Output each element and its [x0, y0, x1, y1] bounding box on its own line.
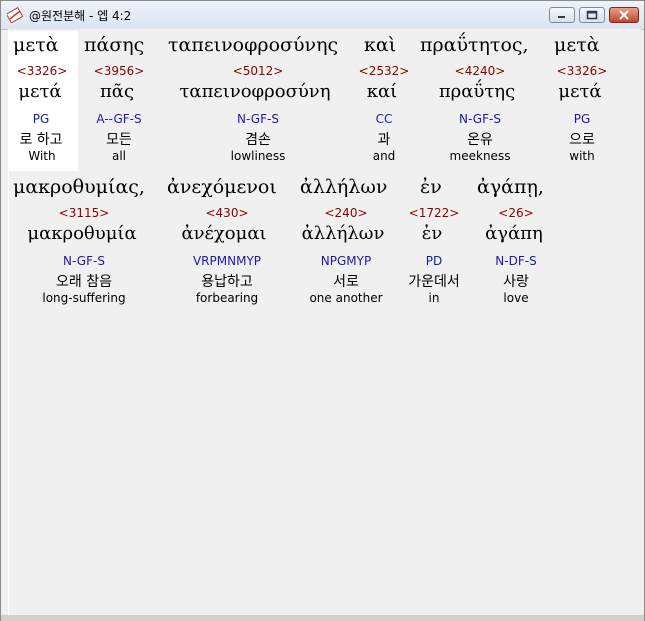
close-icon — [619, 10, 629, 20]
strong-number[interactable]: <5012> — [233, 64, 284, 78]
english-gloss: forbearing — [195, 291, 259, 305]
parsing-code[interactable]: N-GF-S — [237, 112, 279, 126]
greek-word[interactable]: μετὰ — [13, 34, 59, 56]
korean-gloss: 으로 — [569, 132, 595, 148]
lemma: μετά — [558, 81, 602, 102]
parsing-code[interactable]: PG — [574, 112, 591, 126]
strong-number[interactable]: <3956> — [94, 64, 145, 78]
korean-gloss: 온유 — [467, 132, 493, 148]
window-title: @원전분해 - 엡 4:2 — [29, 9, 132, 23]
greek-word[interactable]: μετὰ — [554, 34, 600, 56]
maximize-button[interactable] — [579, 7, 605, 23]
korean-gloss: 서로 — [333, 274, 359, 290]
greek-word[interactable]: καὶ — [364, 34, 396, 56]
parsing-code[interactable]: CC — [376, 112, 393, 126]
parsing-code[interactable]: NPGMYP — [321, 254, 371, 268]
window-bottom-border — [1, 615, 644, 621]
korean-gloss: 용납하고 — [201, 274, 253, 290]
lemma: μετά — [18, 81, 62, 102]
parsing-code[interactable]: PD — [426, 254, 442, 268]
korean-gloss: 겸손 — [245, 132, 271, 148]
english-gloss: long-suffering — [42, 291, 126, 305]
minimize-button[interactable] — [549, 7, 575, 23]
parsing-code[interactable]: VRPMNMYP — [193, 254, 261, 268]
parsing-code[interactable]: N-GF-S — [63, 254, 105, 268]
english-gloss: in — [428, 291, 440, 305]
korean-gloss: 가운데서 — [408, 274, 460, 290]
title-bar[interactable]: @원전분해 - 엡 4:2 — [1, 1, 644, 30]
korean-gloss: 모든 — [106, 132, 132, 148]
english-gloss: all — [111, 149, 127, 163]
english-gloss: with — [569, 149, 595, 163]
greek-word[interactable]: ἀγάπῃ, — [477, 176, 544, 198]
greek-word[interactable]: ἀλλήλων — [300, 176, 387, 198]
english-gloss: With — [28, 149, 56, 163]
app-window: @원전분해 - 엡 4:2 μετὰ <3326> μετά PG 로 하고 W… — [0, 0, 645, 621]
korean-gloss: 사랑 — [503, 274, 529, 290]
korean-gloss: 로 하고 — [19, 132, 63, 148]
english-gloss: love — [503, 291, 529, 305]
strong-number[interactable]: <3326> — [557, 64, 608, 78]
lemma: μακροθυμία — [27, 223, 137, 244]
greek-word[interactable]: ταπεινοφροσύνης — [168, 34, 338, 56]
parsing-code[interactable]: A--GF-S — [96, 112, 141, 126]
maximize-icon — [586, 10, 598, 20]
greek-word[interactable]: πάσης — [84, 34, 144, 56]
minimize-icon — [558, 16, 565, 18]
greek-word[interactable]: πραΰτητος, — [420, 34, 529, 56]
english-gloss: one another — [309, 291, 383, 305]
lemma: ἀνέχομαι — [181, 223, 267, 244]
parsing-code[interactable]: N-DF-S — [495, 254, 536, 268]
strong-number[interactable]: <2532> — [359, 64, 410, 78]
korean-gloss: 과 — [377, 132, 391, 148]
lemma: πραΰτης — [438, 81, 516, 102]
lemma: ταπεινοφροσύνη — [179, 81, 331, 102]
strong-number[interactable]: <1722> — [409, 206, 460, 220]
strong-number[interactable]: <3115> — [59, 206, 110, 220]
strong-number[interactable]: <4240> — [455, 64, 506, 78]
english-gloss: meekness — [449, 149, 511, 163]
close-button[interactable] — [609, 7, 639, 23]
lemma: ἐν — [421, 223, 443, 244]
greek-word[interactable]: ἐν — [420, 176, 442, 198]
parsing-code[interactable]: PG — [33, 112, 50, 126]
english-gloss: lowliness — [230, 149, 286, 163]
lemma: ἀλλήλων — [301, 223, 385, 244]
korean-gloss: 오래 참음 — [56, 274, 112, 290]
parsing-code[interactable]: N-GF-S — [459, 112, 501, 126]
strong-number[interactable]: <26> — [498, 206, 533, 220]
greek-word[interactable]: ἀνεχόμενοι — [167, 176, 277, 198]
lemma: πᾶς — [99, 81, 135, 102]
interlinear-panel: μετὰ <3326> μετά PG 로 하고 With πάσης <395… — [8, 29, 641, 616]
app-icon — [7, 7, 23, 23]
strong-number[interactable]: <430> — [205, 206, 248, 220]
lemma: καί — [366, 81, 398, 102]
strong-number[interactable]: <3326> — [17, 64, 68, 78]
strong-number[interactable]: <240> — [324, 206, 367, 220]
lemma: ἀγάπη — [485, 223, 543, 244]
english-gloss: and — [372, 149, 396, 163]
greek-word[interactable]: μακροθυμίας, — [13, 176, 145, 198]
